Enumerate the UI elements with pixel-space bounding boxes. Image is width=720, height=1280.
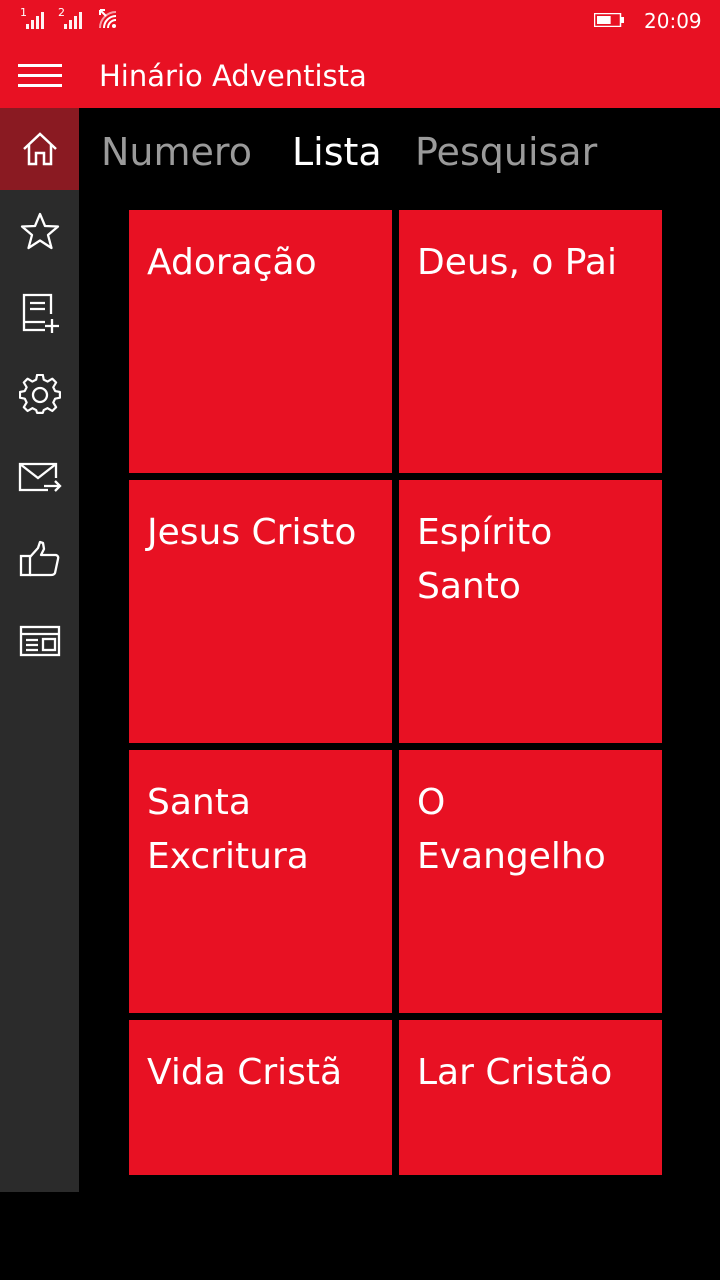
sidebar-item-news[interactable] <box>0 600 79 682</box>
hamburger-icon[interactable] <box>16 62 64 90</box>
category-label: Santa <box>147 782 251 823</box>
sidebar-item-contact[interactable] <box>0 436 79 518</box>
category-grid: Adoração Deus, o Pai Jesus Cristo Espíri… <box>129 210 662 1175</box>
category-label-line2: Evangelho <box>417 836 606 877</box>
tab-pesquisar[interactable]: Pesquisar <box>415 130 597 174</box>
category-label: Adoração <box>147 242 317 283</box>
tab-numero[interactable]: Numero <box>101 130 252 174</box>
sidebar-item-rate[interactable] <box>0 518 79 600</box>
star-icon <box>20 212 59 250</box>
status-bar: 1 2 20:09 <box>0 0 720 44</box>
sidebar-item-favorites[interactable] <box>0 190 79 272</box>
category-label: Espírito <box>417 512 553 553</box>
clock: 20:09 <box>644 9 702 33</box>
category-label: O <box>417 782 446 823</box>
app-title: Hinário Adventista <box>99 59 367 93</box>
category-label-line2: Santo <box>417 566 521 607</box>
tab-lista[interactable]: Lista <box>292 130 382 174</box>
wifi-icon <box>99 9 117 29</box>
category-tile-adoracao[interactable]: Adoração <box>129 210 392 473</box>
category-label: Deus, o Pai <box>417 242 617 283</box>
category-tile-o-evangelho[interactable]: O Evangelho <box>399 750 662 1013</box>
tab-bar: Numero Lista Pesquisar <box>79 108 720 198</box>
thumbs-up-icon <box>19 540 59 577</box>
category-tile-jesus-cristo[interactable]: Jesus Cristo <box>129 480 392 743</box>
gear-icon <box>18 374 61 414</box>
battery-icon <box>594 13 624 27</box>
home-icon <box>22 132 57 166</box>
category-tile-vida-crista[interactable]: Vida Cristã <box>129 1020 392 1175</box>
add-note-icon <box>22 293 59 333</box>
sidebar-item-settings[interactable] <box>0 354 79 436</box>
category-label-line2: Excritura <box>147 836 309 877</box>
category-tile-deus-o-pai[interactable]: Deus, o Pai <box>399 210 662 473</box>
category-tile-espirito-santo[interactable]: Espírito Santo <box>399 480 662 743</box>
sidebar-item-add-note[interactable] <box>0 272 79 354</box>
category-tile-lar-cristao[interactable]: Lar Cristão <box>399 1020 662 1175</box>
mail-send-icon <box>18 462 62 492</box>
category-label: Lar Cristão <box>417 1052 613 1093</box>
sidebar-item-home[interactable] <box>0 108 79 190</box>
app-header: Hinário Adventista <box>0 44 720 108</box>
category-label: Vida Cristã <box>147 1052 343 1093</box>
sidebar <box>0 108 79 1192</box>
news-icon <box>19 625 60 657</box>
category-tile-santa-excritura[interactable]: Santa Excritura <box>129 750 392 1013</box>
category-label: Jesus Cristo <box>147 512 357 553</box>
